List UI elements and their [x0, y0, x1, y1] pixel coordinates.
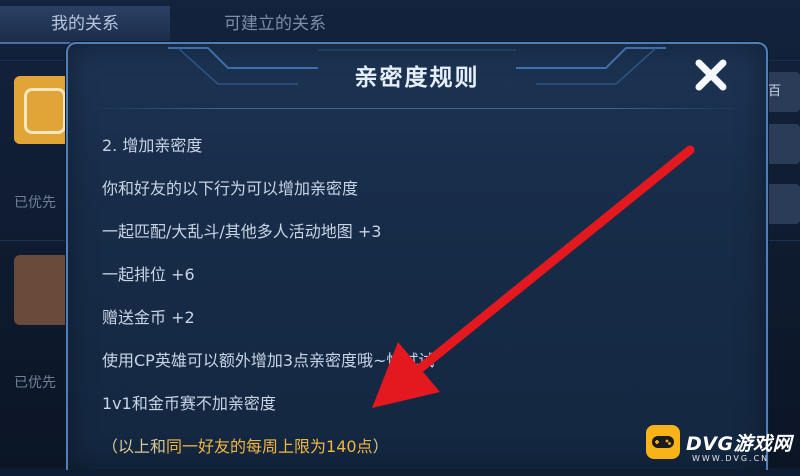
site-watermark: DVG游戏网 WWW.DVG.CN [646, 424, 793, 463]
watermark-brand: DVG游戏网 [686, 432, 793, 455]
watermark-url: WWW.DVG.CN [692, 454, 770, 463]
red-arrow-annotation [372, 145, 695, 408]
gamepad-logo-icon [646, 425, 680, 459]
